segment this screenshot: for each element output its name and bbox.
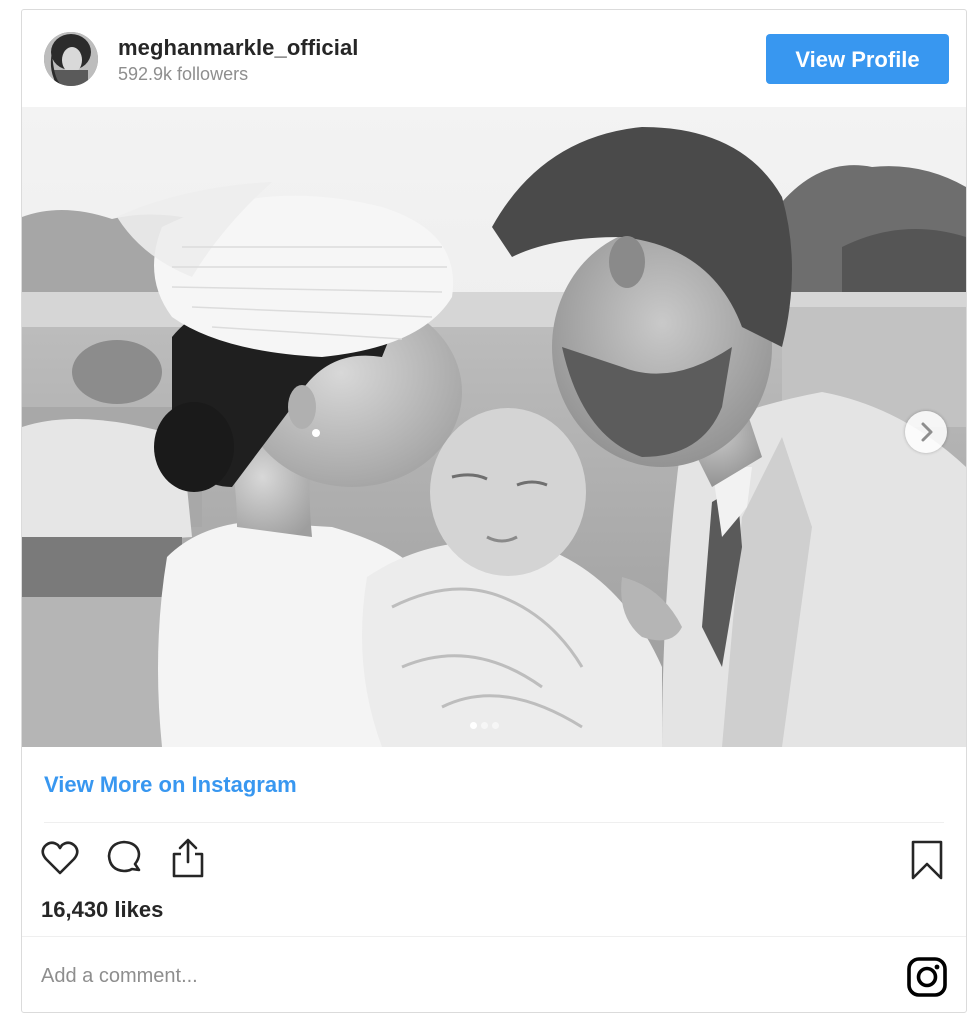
carousel-next-button[interactable] (905, 411, 947, 453)
view-profile-button[interactable]: View Profile (766, 34, 949, 84)
post-image[interactable] (22, 107, 966, 747)
chevron-right-icon (921, 422, 933, 442)
instagram-logo-link[interactable] (905, 955, 949, 999)
post-username[interactable]: meghanmarkle_official (118, 35, 359, 61)
share-button[interactable] (166, 836, 210, 880)
action-bar (22, 836, 966, 886)
carousel-dot (481, 722, 488, 729)
heart-icon (41, 841, 79, 875)
divider (44, 822, 944, 823)
carousel-dot (492, 722, 499, 729)
post-header: meghanmarkle_official 592.9k followers V… (22, 10, 966, 108)
bookmark-icon (911, 840, 943, 880)
save-button[interactable] (905, 836, 949, 880)
carousel-dot-active (470, 722, 477, 729)
comment-input[interactable] (41, 958, 861, 994)
comment-icon (107, 840, 141, 873)
comment-button[interactable] (102, 836, 146, 880)
like-button[interactable] (38, 836, 82, 880)
instagram-icon (907, 957, 947, 997)
instagram-embed-card: meghanmarkle_official 592.9k followers V… (21, 9, 967, 1013)
carousel-indicator (470, 716, 503, 729)
view-more-link[interactable]: View More on Instagram (44, 772, 297, 798)
share-icon (172, 838, 204, 878)
divider (22, 936, 966, 937)
avatar[interactable] (44, 32, 98, 86)
follower-count: 592.9k followers (118, 64, 249, 84)
like-count: 16,430 likes (41, 897, 164, 922)
